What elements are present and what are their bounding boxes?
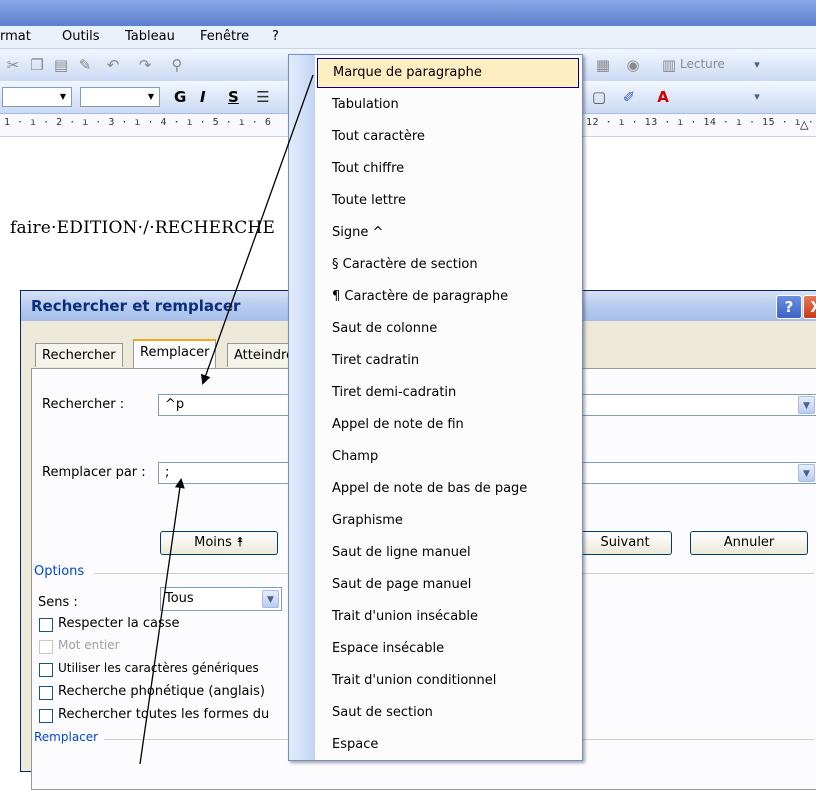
annotation-arrows (139, 74, 314, 764)
arrow-to-replace-field (139, 478, 185, 764)
arrow-to-find-field (200, 74, 314, 385)
